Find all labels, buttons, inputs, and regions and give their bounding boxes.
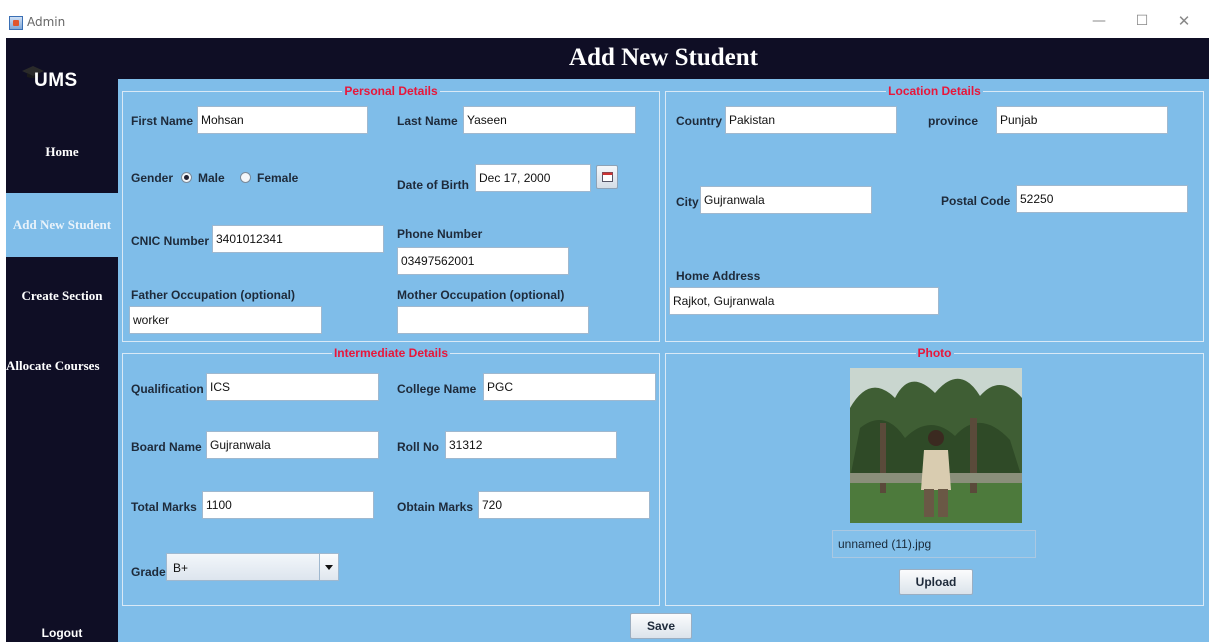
qualification-label: Qualification: [131, 382, 204, 396]
gender-label: Gender: [131, 171, 174, 185]
last-name-field[interactable]: Yaseen: [463, 106, 636, 134]
city-field[interactable]: Gujranwala: [700, 186, 872, 214]
obtain-marks-label: Obtain Marks: [397, 500, 474, 514]
country-label: Country: [676, 114, 722, 128]
city-label: City: [676, 195, 699, 209]
upload-button[interactable]: Upload: [899, 569, 973, 595]
save-button[interactable]: Save: [630, 613, 692, 639]
postal-code-field[interactable]: 52250: [1016, 185, 1188, 213]
home-address-field[interactable]: Rajkot, Gujranwala: [669, 287, 939, 315]
home-address-label: Home Address: [676, 269, 761, 283]
gender-male-radio[interactable]: [181, 172, 192, 183]
father-occupation-label: Father Occupation (optional): [131, 288, 295, 302]
intermediate-details-title: Intermediate Details: [331, 346, 451, 360]
roll-no-field[interactable]: 31312: [445, 431, 617, 459]
intermediate-details-panel: Intermediate Details Qualification ICS C…: [122, 346, 660, 606]
board-name-field[interactable]: Gujranwala: [206, 431, 379, 459]
minimize-button[interactable]: —: [1083, 10, 1115, 32]
calendar-icon: [602, 172, 613, 182]
sidebar: UMS Home Add New Student Create Section …: [6, 38, 118, 642]
province-label: province: [928, 114, 979, 128]
mother-occupation-field[interactable]: [397, 306, 589, 334]
college-name-field[interactable]: PGC: [483, 373, 656, 401]
province-field[interactable]: Punjab: [996, 106, 1168, 134]
grade-select[interactable]: B+: [166, 553, 339, 581]
dob-label: Date of Birth: [397, 178, 469, 192]
total-marks-field[interactable]: 1100: [202, 491, 374, 519]
gender-female-radio[interactable]: [240, 172, 251, 183]
father-occupation-field[interactable]: worker: [129, 306, 322, 334]
postal-code-label: Postal Code: [941, 194, 1011, 208]
total-marks-label: Total Marks: [131, 500, 197, 514]
sidebar-item-add-new-student[interactable]: Add New Student: [6, 193, 118, 257]
ums-logo: UMS: [34, 70, 78, 91]
close-button[interactable]: ✕: [1168, 10, 1200, 32]
roll-no-label: Roll No: [397, 440, 439, 454]
phone-label: Phone Number: [397, 227, 483, 241]
maximize-button[interactable]: ☐: [1126, 10, 1158, 32]
personal-details-title: Personal Details: [342, 84, 440, 98]
cnic-label: CNIC Number: [131, 234, 210, 248]
main-content: Personal Details First Name Mohsan Last …: [118, 79, 1209, 642]
grade-selected-value: B+: [173, 561, 189, 575]
last-name-label: Last Name: [397, 114, 458, 128]
dob-field[interactable]: Dec 17, 2000: [475, 164, 591, 192]
student-photo: [850, 368, 1022, 523]
chevron-down-icon[interactable]: [319, 554, 338, 580]
photo-title: Photo: [915, 346, 954, 360]
logout-button[interactable]: Logout: [6, 626, 118, 640]
page-header: Add New Student: [118, 38, 1209, 79]
location-details-panel: Location Details Country Pakistan provin…: [665, 84, 1204, 342]
qualification-field[interactable]: ICS: [206, 373, 379, 401]
page-title: Add New Student: [569, 44, 758, 71]
gender-female-label: Female: [257, 171, 299, 185]
java-app-icon: [9, 16, 23, 30]
sidebar-item-allocate-courses[interactable]: Allocate Courses: [6, 358, 118, 374]
photo-panel: Photo unnamed (11).jpg Upload: [665, 346, 1204, 606]
calendar-button[interactable]: [596, 165, 618, 189]
sidebar-item-home[interactable]: Home: [6, 144, 118, 160]
photo-filename: unnamed (11).jpg: [832, 530, 1036, 558]
grade-label: Grade: [131, 565, 166, 579]
board-name-label: Board Name: [131, 440, 202, 454]
cnic-field[interactable]: 3401012341: [212, 225, 384, 253]
personal-details-panel: Personal Details First Name Mohsan Last …: [122, 84, 660, 342]
mother-occupation-label: Mother Occupation (optional): [397, 288, 565, 302]
window-title: Admin: [27, 15, 66, 29]
country-field[interactable]: Pakistan: [725, 106, 897, 134]
gender-male-label: Male: [198, 171, 225, 185]
location-details-title: Location Details: [886, 84, 983, 98]
phone-field[interactable]: 03497562001: [397, 247, 569, 275]
first-name-field[interactable]: Mohsan: [197, 106, 368, 134]
window-titlebar: Admin — ☐ ✕: [0, 0, 1209, 38]
obtain-marks-field[interactable]: 720: [478, 491, 650, 519]
first-name-label: First Name: [131, 114, 194, 128]
college-name-label: College Name: [397, 382, 477, 396]
sidebar-item-create-section[interactable]: Create Section: [6, 288, 118, 304]
